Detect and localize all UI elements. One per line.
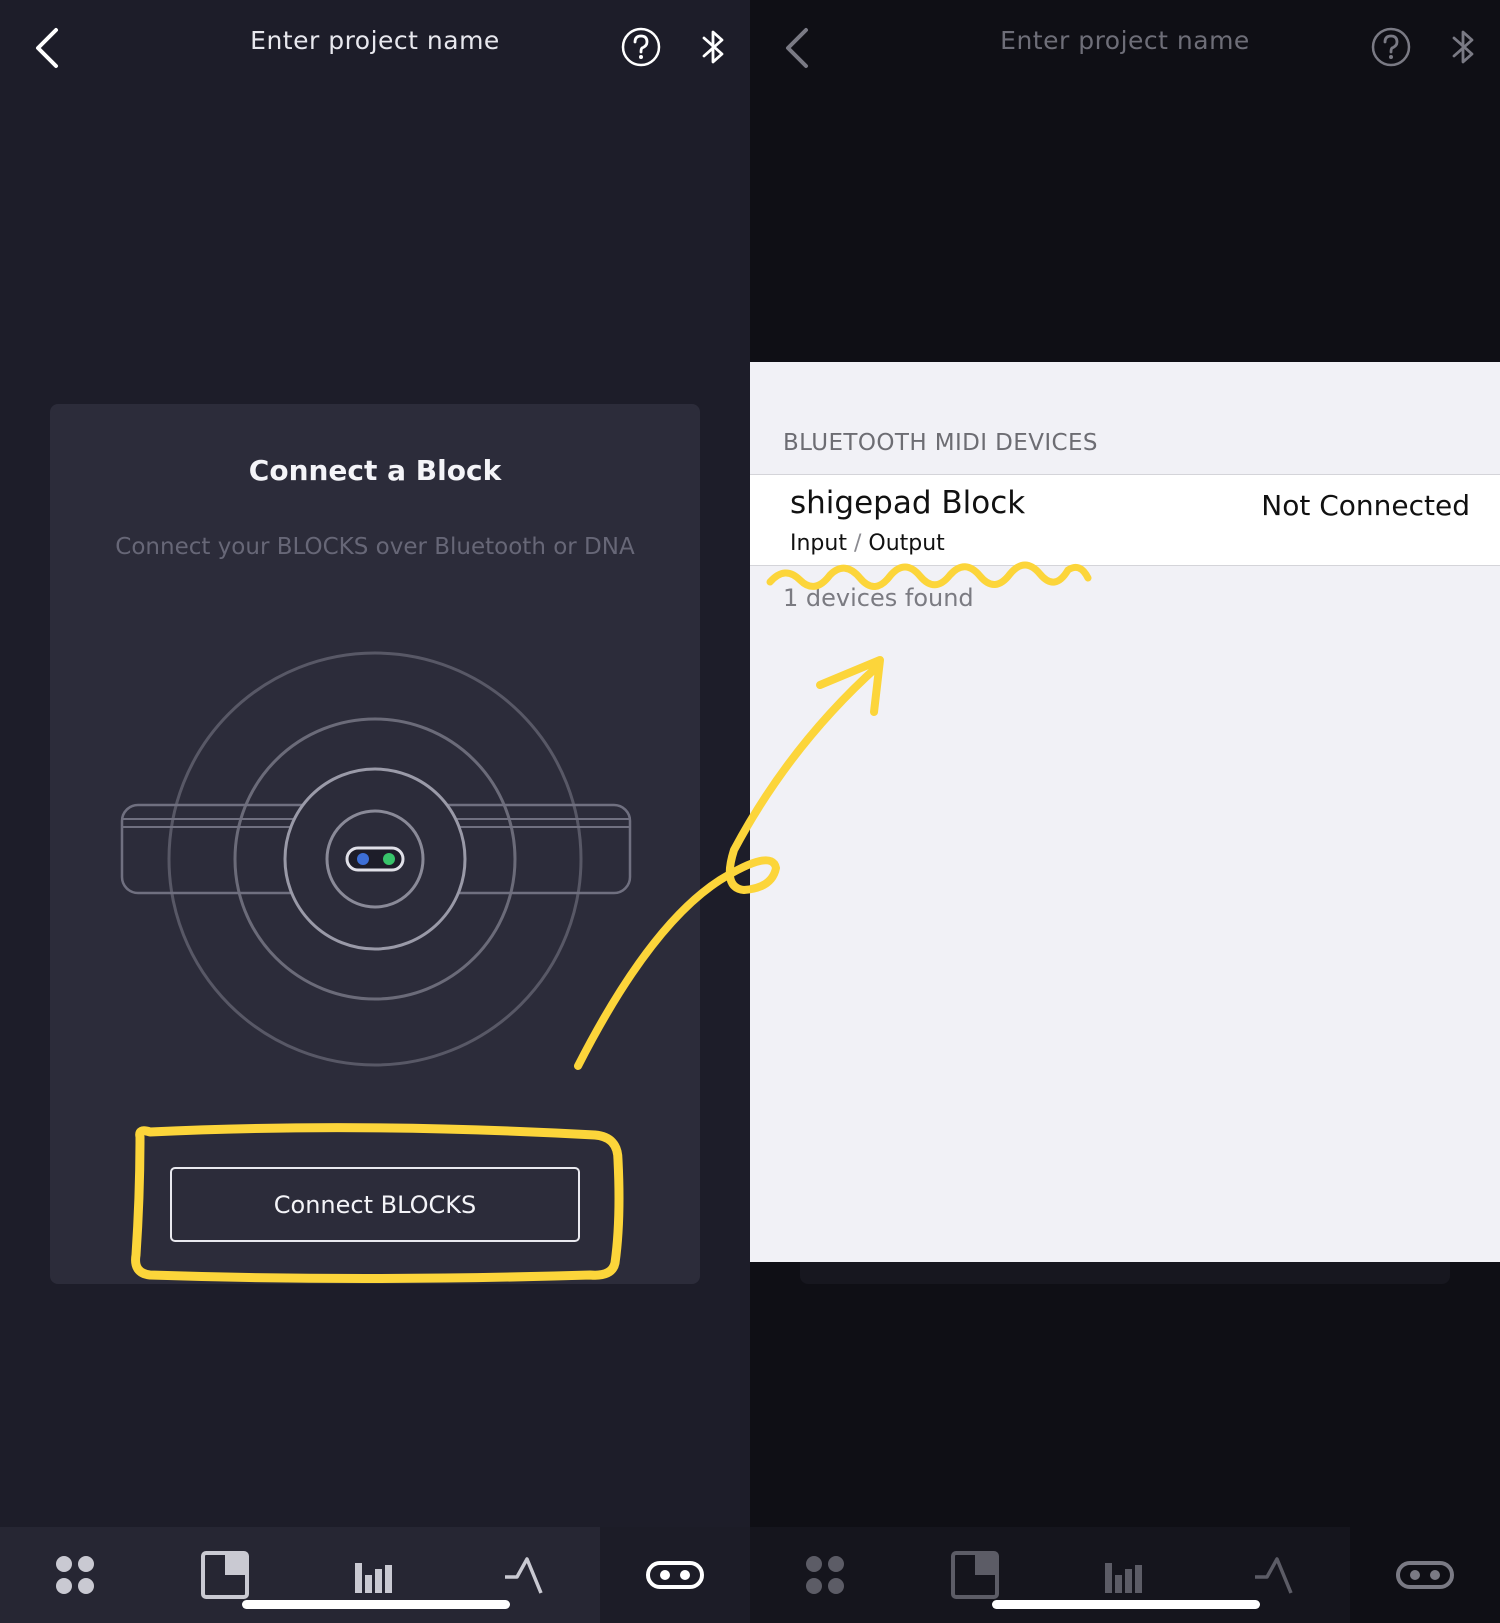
tab-grid[interactable]: [0, 1527, 150, 1623]
bar-chart-icon: [355, 1563, 392, 1593]
block-radar-illustration: [120, 651, 632, 1067]
back-button[interactable]: [778, 24, 818, 72]
block-device-icon: [646, 1561, 704, 1589]
back-button[interactable]: [28, 24, 68, 72]
bar-chart-icon: [1105, 1563, 1142, 1593]
device-io-label: Input / Output: [790, 531, 945, 556]
project-name-field[interactable]: Enter project name: [170, 26, 580, 55]
envelope-wave-icon: [1255, 1557, 1293, 1594]
top-bar-dimmed: Enter project name: [750, 0, 1500, 96]
home-indicator[interactable]: [992, 1600, 1260, 1609]
question-icon: [621, 27, 661, 67]
device-status: Not Connected: [1261, 489, 1470, 522]
help-button[interactable]: [1370, 26, 1412, 68]
section-header: BLUETOOTH MIDI DEVICES: [783, 430, 1098, 456]
connect-block-card: Connect a Block Connect your BLOCKS over…: [50, 404, 700, 1284]
top-bar: Enter project name: [0, 0, 750, 96]
bluetooth-midi-sheet: BLUETOOTH MIDI DEVICES shigepad Block In…: [750, 362, 1500, 1262]
project-name-field[interactable]: Enter project name: [920, 26, 1330, 55]
tab-grid[interactable]: [750, 1527, 900, 1623]
chevron-left-icon: [36, 28, 58, 68]
device-name: shigepad Block: [790, 485, 1026, 521]
help-button[interactable]: [620, 26, 662, 68]
card-subtitle: Connect your BLOCKS over Bluetooth or DN…: [115, 534, 635, 560]
right-screen: Enter project name BLUETOOTH MIDI DEVICE…: [750, 0, 1500, 1623]
home-indicator[interactable]: [242, 1600, 510, 1609]
device-output-label: Output: [868, 531, 945, 556]
left-screen: Enter project name Connect a Block Conne…: [0, 0, 750, 1623]
bluetooth-button[interactable]: [698, 26, 728, 68]
device-input-label: Input: [790, 531, 847, 556]
device-row[interactable]: shigepad Block Input / Output Not Connec…: [750, 474, 1500, 566]
device-io-separator: /: [853, 531, 862, 556]
block-device-icon: [1396, 1561, 1454, 1589]
devices-found-count: 1 devices found: [783, 584, 974, 612]
square-panel-icon: [201, 1551, 249, 1599]
chevron-left-icon: [786, 28, 808, 68]
question-icon: [1371, 27, 1411, 67]
tab-blocks[interactable]: [1350, 1527, 1500, 1623]
envelope-wave-icon: [505, 1557, 543, 1594]
card-title: Connect a Block: [248, 454, 502, 487]
tab-blocks[interactable]: [600, 1527, 750, 1623]
bluetooth-button[interactable]: [1448, 26, 1478, 68]
grid-dots-icon: [56, 1556, 94, 1594]
bluetooth-icon: [702, 30, 724, 64]
connect-blocks-button[interactable]: Connect BLOCKS: [170, 1167, 580, 1242]
bluetooth-icon: [1452, 30, 1474, 64]
square-panel-icon: [951, 1551, 999, 1599]
grid-dots-icon: [806, 1556, 844, 1594]
